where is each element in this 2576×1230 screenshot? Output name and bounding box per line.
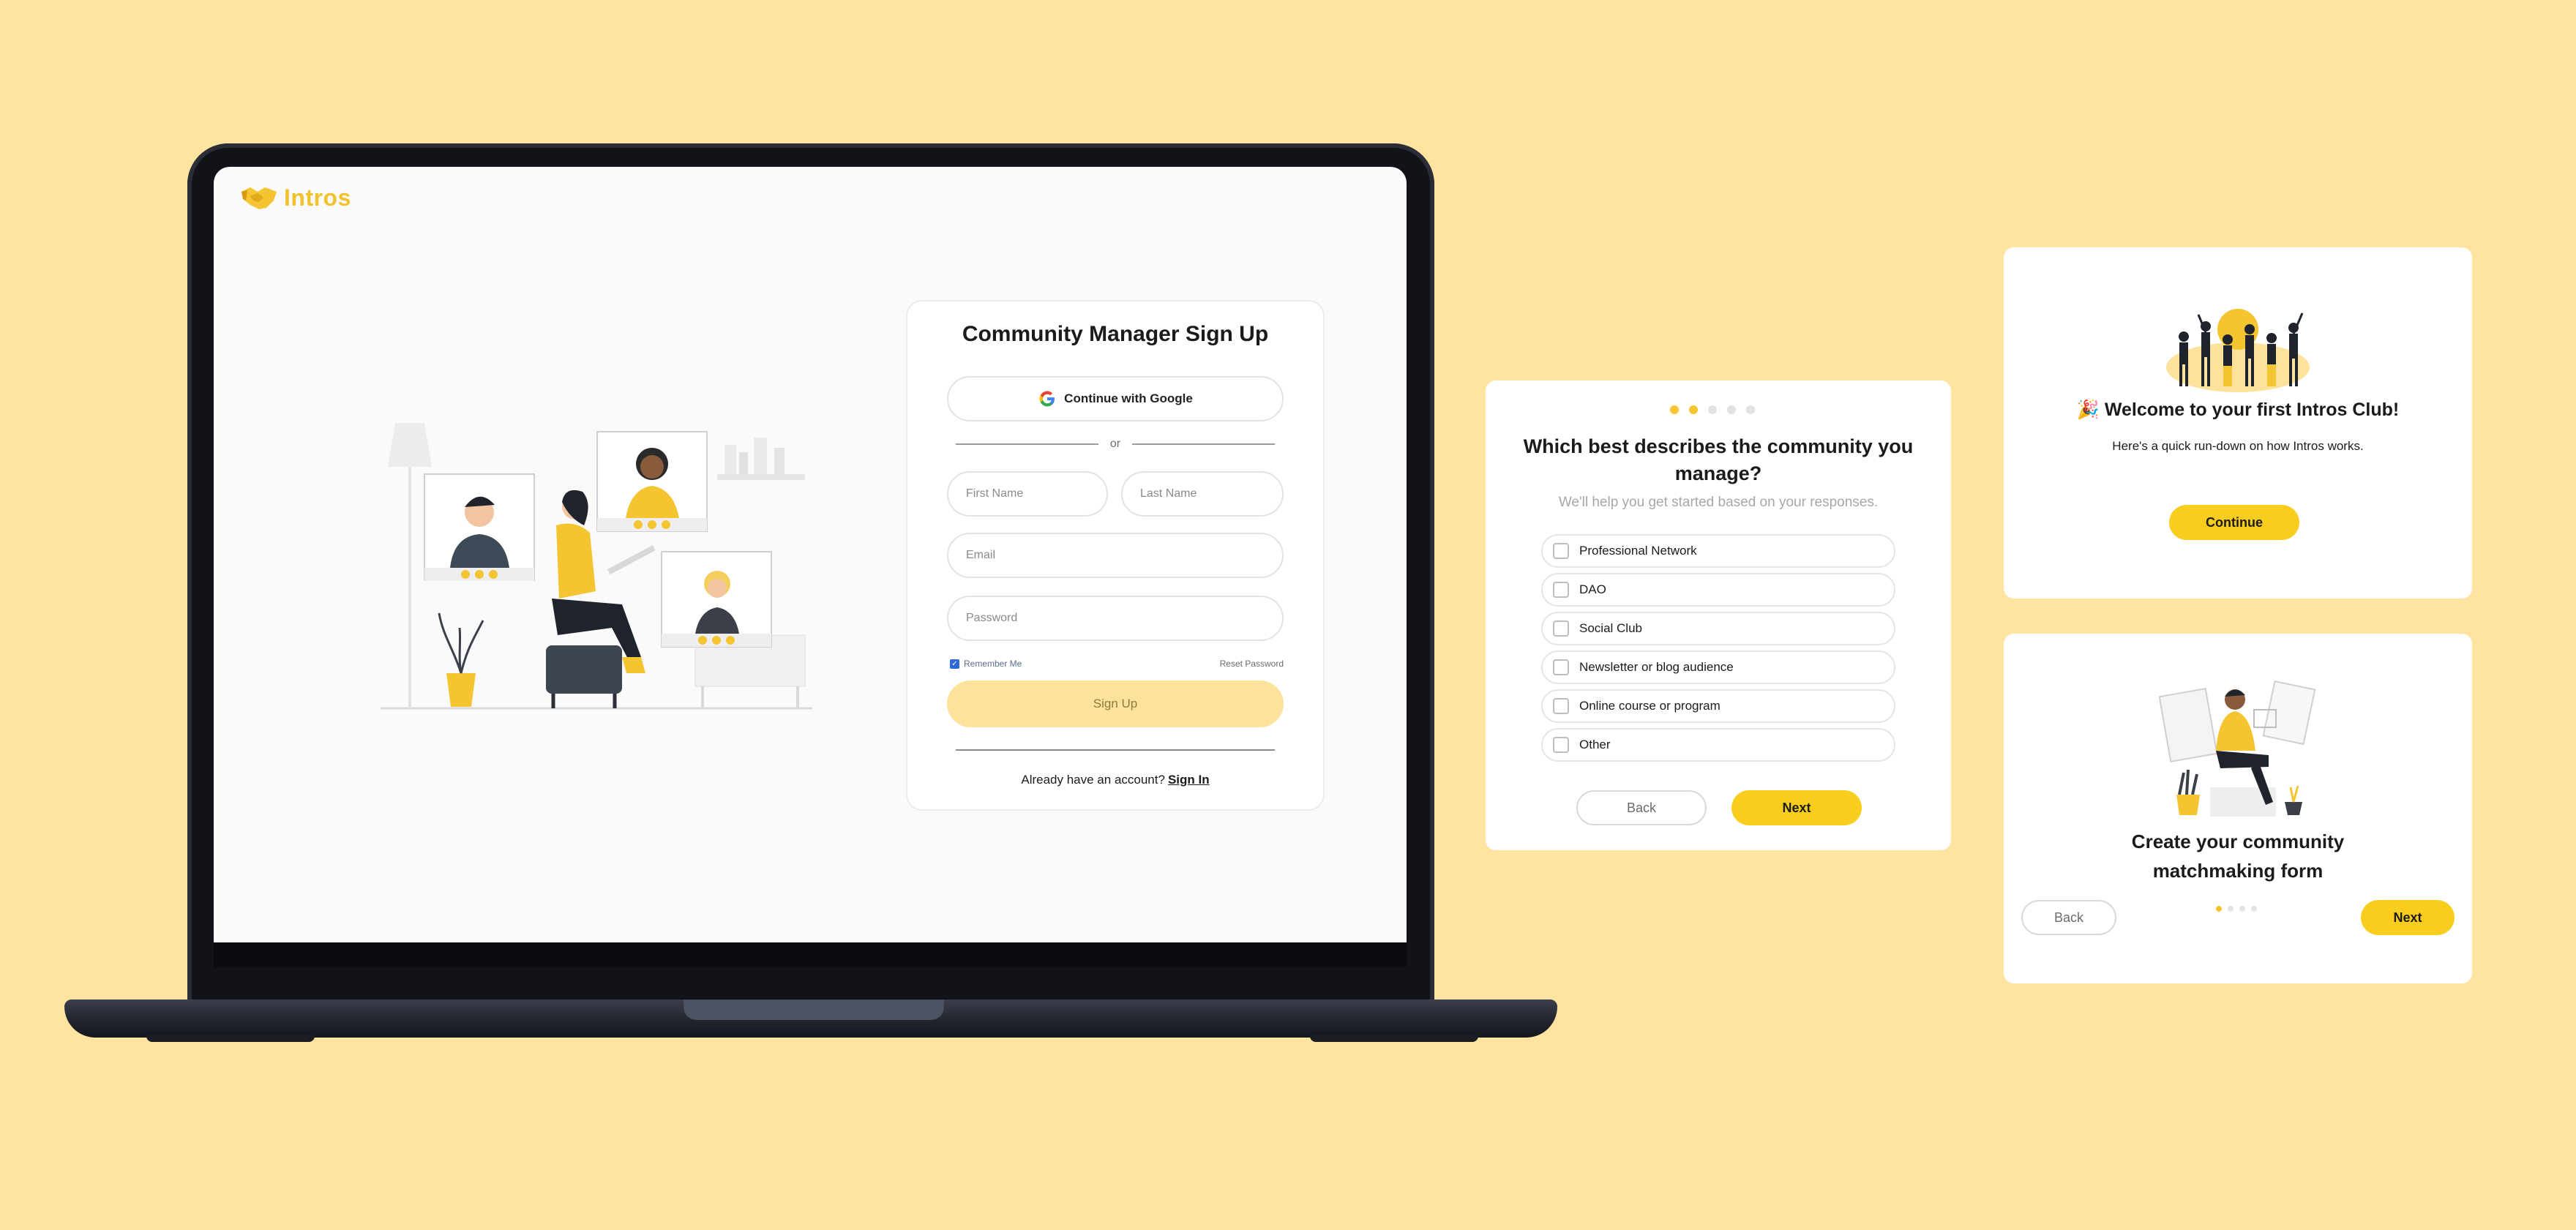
welcome-title: 🎉 Welcome to your first Intros Club! (2076, 400, 2400, 420)
welcome-card: 🎉 Welcome to your first Intros Club! Her… (2004, 247, 2472, 599)
remember-me-checkbox[interactable]: ✓ (950, 659, 959, 669)
screen-bezel-bottom (214, 942, 1407, 967)
step-dot (1727, 405, 1736, 414)
last-name-placeholder: Last Name (1140, 487, 1197, 500)
option-social-club[interactable]: Social Club (1541, 612, 1895, 645)
community-type-title: Which best describes the community you m… (1523, 435, 1914, 484)
next-button[interactable]: Next (1731, 790, 1862, 825)
matchmaking-form-card: Create your community matchmaking form B… (2004, 634, 2472, 983)
or-divider: or (956, 438, 1276, 451)
already-text: Already have an account? (1021, 773, 1165, 787)
laptop-foot-left (146, 1035, 315, 1042)
option-checkbox[interactable] (1553, 737, 1569, 753)
community-type-subtitle: We'll help you get started based on your… (1558, 495, 1879, 510)
step-dot (2239, 906, 2245, 912)
first-name-field[interactable]: First Name (947, 471, 1108, 517)
google-icon (1039, 391, 1055, 407)
celebration-illustration (2166, 309, 2310, 392)
continue-button[interactable]: Continue (2169, 505, 2299, 540)
step-dot (1670, 405, 1679, 414)
email-placeholder: Email (966, 549, 996, 561)
step-indicator (2216, 906, 2257, 912)
form-title: Create your community matchmaking form (2004, 827, 2472, 885)
option-label: Professional Network (1579, 544, 1697, 558)
option-newsletter[interactable]: Newsletter or blog audience (1541, 650, 1895, 684)
or-label: or (1109, 438, 1121, 450)
option-label: Social Club (1579, 621, 1642, 635)
step-dot (1746, 405, 1755, 414)
signup-divider (956, 749, 1275, 751)
first-name-placeholder: First Name (966, 487, 1024, 500)
last-name-field[interactable]: Last Name (1121, 471, 1284, 517)
laptop-foot-right (1310, 1035, 1478, 1042)
option-checkbox[interactable] (1553, 620, 1569, 637)
remember-me-label: Remember Me (964, 659, 1022, 669)
option-professional-network[interactable]: Professional Network (1541, 534, 1895, 568)
signup-button[interactable]: Sign Up (947, 680, 1284, 727)
reset-password-link[interactable]: Reset Password (1215, 659, 1284, 669)
option-label: DAO (1579, 582, 1606, 596)
signup-title: Community Manager Sign Up (962, 322, 1269, 346)
back-button[interactable]: Back (2021, 900, 2116, 935)
option-dao[interactable]: DAO (1541, 573, 1895, 607)
option-label: Newsletter or blog audience (1579, 660, 1734, 674)
step-indicator (1670, 405, 1755, 414)
laptop-notch (684, 1000, 944, 1020)
next-button[interactable]: Next (2361, 900, 2455, 935)
already-have-account: Already have an account? Sign In (907, 773, 1323, 787)
form-title-line2: matchmaking form (2152, 860, 2324, 882)
option-other[interactable]: Other (1541, 728, 1895, 762)
step-dot (1708, 405, 1717, 414)
community-type-card: Which best describes the community you m… (1486, 380, 1951, 850)
option-label: Other (1579, 738, 1611, 751)
signup-card: Community Manager Sign Up Continue with … (906, 300, 1325, 811)
logo-text: Intros (284, 184, 351, 211)
step-dot (2228, 906, 2234, 912)
form-creation-illustration (2159, 680, 2316, 817)
video-call-illustration (381, 423, 812, 710)
password-placeholder: Password (966, 612, 1018, 624)
back-button[interactable]: Back (1576, 790, 1707, 825)
welcome-subtitle: Here's a quick run-down on how Intros wo… (2112, 439, 2364, 453)
step-dot (2251, 906, 2257, 912)
google-button-label: Continue with Google (1064, 391, 1193, 405)
password-field[interactable]: Password (947, 596, 1284, 641)
email-field[interactable]: Email (947, 533, 1284, 578)
option-online-course[interactable]: Online course or program (1541, 689, 1895, 723)
continue-with-google-button[interactable]: Continue with Google (947, 376, 1284, 421)
handshake-icon (242, 187, 277, 209)
option-checkbox[interactable] (1553, 543, 1569, 559)
laptop-screen: Intros Community Manager Sign Up Continu… (214, 167, 1407, 942)
step-dot (2216, 906, 2222, 912)
remember-me[interactable]: ✓ Remember Me (950, 659, 1022, 669)
step-dot (1689, 405, 1698, 414)
intros-logo[interactable]: Intros (240, 183, 351, 212)
signin-link[interactable]: Sign In (1168, 773, 1210, 787)
option-checkbox[interactable] (1553, 698, 1569, 714)
option-checkbox[interactable] (1553, 582, 1569, 598)
form-title-line1: Create your community (2131, 830, 2345, 852)
option-checkbox[interactable] (1553, 659, 1569, 675)
option-label: Online course or program (1579, 699, 1721, 713)
